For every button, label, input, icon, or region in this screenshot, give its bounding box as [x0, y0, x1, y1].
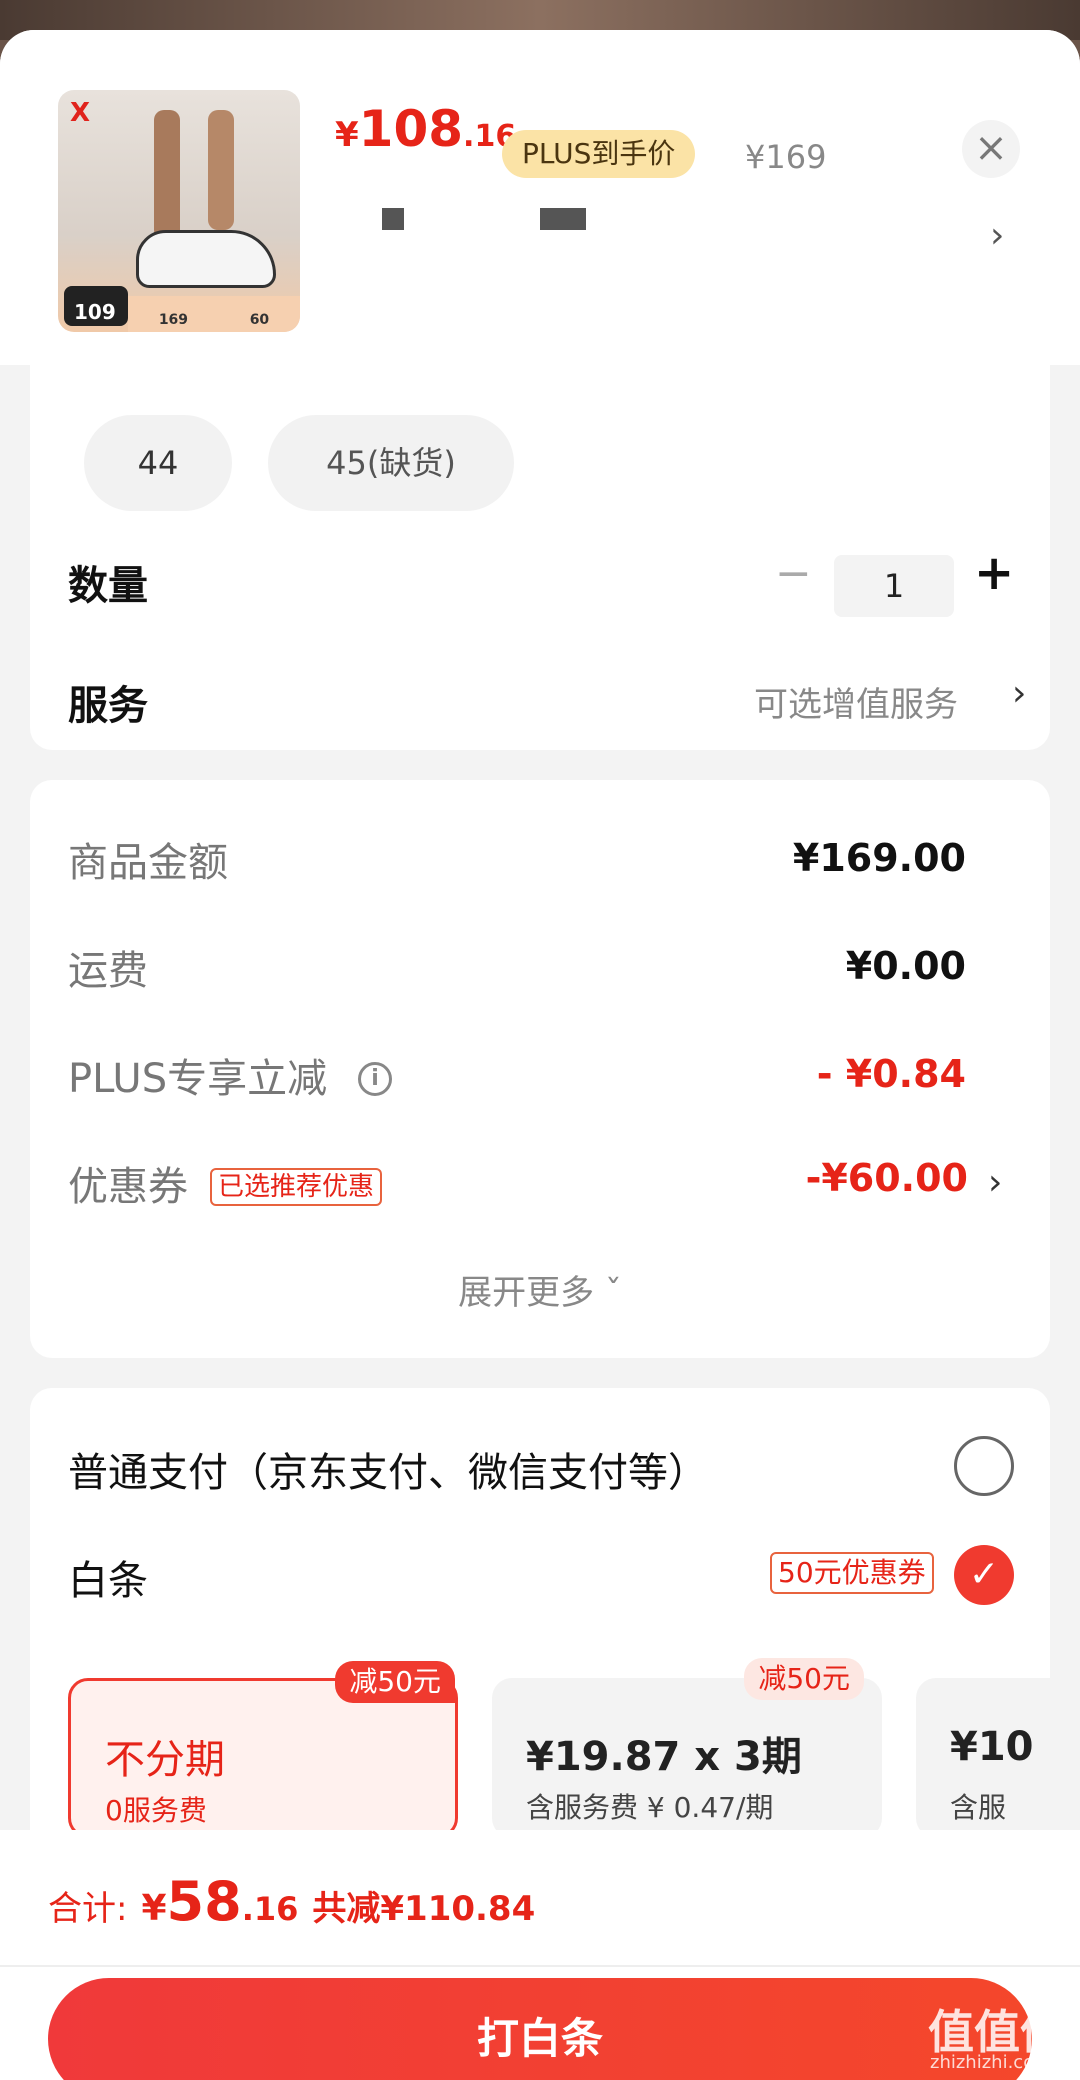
thumb-strip-value: 169 [158, 312, 189, 328]
coupon-value[interactable]: -¥60.00 [806, 1156, 968, 1200]
submit-baitiao-button[interactable]: 打白条 [48, 1978, 1032, 2080]
options-card: 44 45(缺货) 数量 − 1 + 服务 可选增值服务 › [30, 365, 1050, 750]
total-currency: ¥ [141, 1888, 167, 1929]
checkout-bar: 合计: ¥ 58 .16 共减¥110.84 打白条 [0, 1830, 1080, 2080]
thumb-leg [208, 110, 234, 230]
plus-price: ¥ 108 .16 [335, 100, 516, 158]
baitiao-label[interactable]: 白条 [68, 1548, 148, 1606]
divider [0, 1965, 1080, 1967]
plan-no-installment[interactable]: 减50元 不分期 0服务费 [68, 1661, 458, 1838]
plan-title: ¥19.87 x 3期 [526, 1734, 802, 1780]
quantity-label: 数量 [68, 563, 148, 609]
chevron-right-icon[interactable]: › [990, 215, 1004, 256]
original-price: ¥169 [745, 138, 827, 176]
total-label: 合计: [48, 1889, 128, 1929]
price-integer: 108 [358, 100, 464, 158]
plan-discount-badge: 减50元 [744, 1658, 864, 1700]
service-selector[interactable]: 可选增值服务 [754, 677, 958, 726]
thumb-leg [154, 110, 180, 240]
size-option-44[interactable]: 44 [84, 415, 232, 511]
plan-subtitle: 含服务费 ¥ 0.47/期 [526, 1791, 774, 1824]
summary-label: 优惠券 [68, 1164, 188, 1210]
thumb-price-badge: 109 [64, 286, 128, 326]
plan-more-installments[interactable]: ¥10 含服 [916, 1678, 1080, 1838]
total-saved: 共减¥110.84 [312, 1889, 536, 1929]
chevron-right-icon[interactable]: › [1012, 673, 1026, 714]
info-icon[interactable]: i [358, 1062, 392, 1096]
service-label: 服务 [68, 683, 148, 729]
plus-price-tag: PLUS到手价 [502, 130, 696, 178]
quantity-input[interactable]: 1 [834, 555, 954, 617]
coupon-tag: 已选推荐优惠 [210, 1168, 383, 1206]
product-thumbnail[interactable]: X 109 169 60 [58, 90, 300, 332]
expand-more-button[interactable]: 展开更多 ˇ [30, 1265, 1050, 1314]
plan-discount-badge: 减50元 [335, 1661, 455, 1703]
summary-label: 商品金额 [68, 840, 228, 886]
price-summary-card: 商品金额 ¥169.00 运费 ¥0.00 PLUS专享立减 i - ¥0.84… [30, 780, 1050, 1358]
price-currency: ¥ [335, 115, 359, 155]
watermark-url: zhizhizhi.com [930, 2052, 1052, 2073]
baitiao-radio-checked[interactable]: ✓ [954, 1545, 1014, 1605]
total-integer: 58 [166, 1870, 242, 1933]
redacted-spec [382, 208, 404, 230]
thumb-strip-value: 60 [249, 312, 270, 328]
plan-3-installments[interactable]: 减50元 ¥19.87 x 3期 含服务费 ¥ 0.47/期 [492, 1658, 882, 1838]
summary-value: ¥0.00 [845, 944, 966, 988]
quantity-plus-button[interactable]: + [974, 545, 1014, 601]
quantity-minus-button[interactable]: − [775, 548, 812, 599]
product-header: X 109 169 60 ¥ 108 .16 PLUS到手价 ¥169 × › [0, 30, 1080, 365]
close-button[interactable]: × [962, 120, 1020, 178]
thumb-shoe [136, 230, 276, 288]
plan-title: 不分期 [105, 1737, 225, 1783]
plan-subtitle: 含服 [950, 1791, 1007, 1824]
plus-discount-value: - ¥0.84 [816, 1052, 966, 1096]
payment-card: 普通支付（京东支付、微信支付等） 白条 50元优惠券 ✓ 减50元 不分期 0服… [30, 1388, 1080, 1858]
plan-title: ¥10 [950, 1724, 1034, 1770]
total-amount: 合计: ¥ 58 .16 共减¥110.84 [48, 1870, 535, 1933]
redacted-spec [540, 208, 586, 230]
chevron-right-icon[interactable]: › [988, 1162, 1002, 1203]
purchase-sheet: X 109 169 60 ¥ 108 .16 PLUS到手价 ¥169 × › … [0, 30, 1080, 2080]
summary-label: PLUS专享立减 [68, 1056, 328, 1102]
plan-subtitle: 0服务费 [105, 1794, 207, 1827]
summary-label: 运费 [68, 948, 148, 994]
normal-payment-radio[interactable] [954, 1436, 1014, 1496]
normal-payment-label[interactable]: 普通支付（京东支付、微信支付等） [68, 1440, 708, 1498]
size-option-45[interactable]: 45(缺货) [268, 415, 514, 511]
summary-value: ¥169.00 [792, 836, 966, 880]
total-decimal: .16 [241, 1890, 299, 1928]
baitiao-coupon-tag: 50元优惠券 [770, 1552, 934, 1594]
brand-logo: X [70, 98, 91, 128]
thumb-price-strip: 169 60 [128, 296, 300, 332]
